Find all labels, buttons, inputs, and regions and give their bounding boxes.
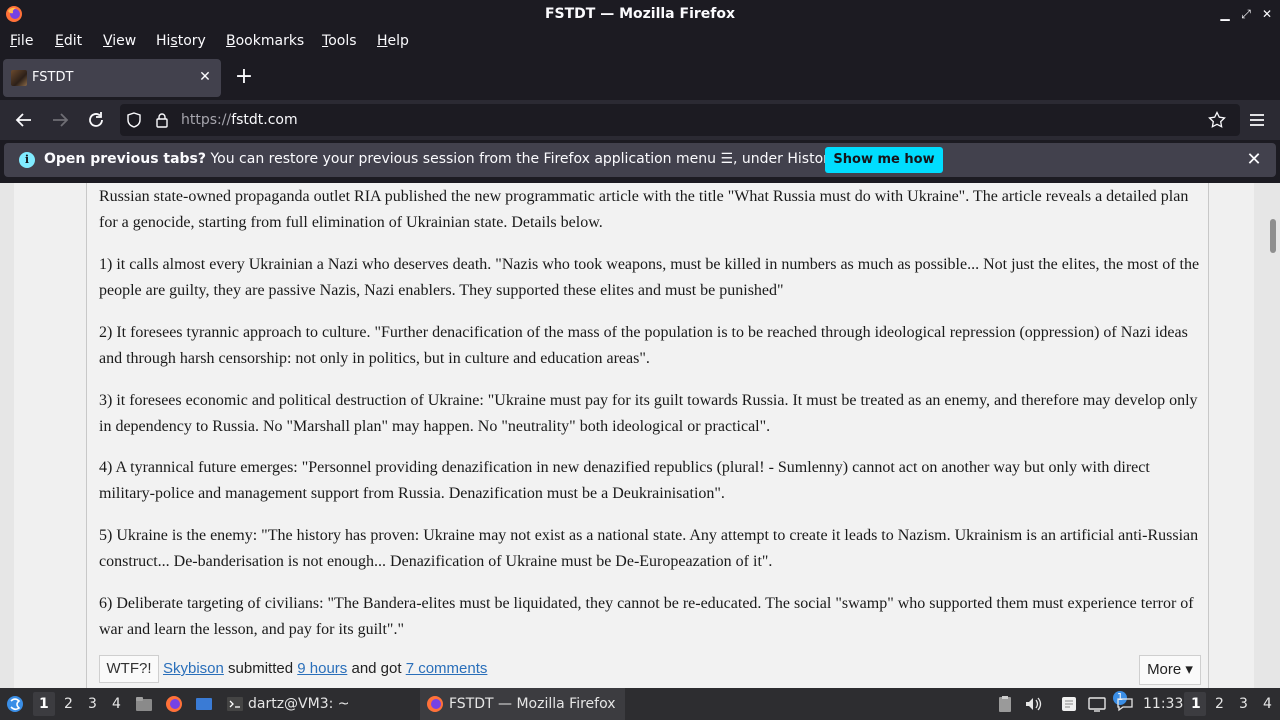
post-paragraph: Russian state-owned propaganda outlet RI… [99, 188, 1189, 231]
time-link[interactable]: 9 hours [297, 660, 347, 677]
menu-help[interactable]: Help [377, 33, 409, 49]
post-paragraph: 5) Ukraine is the enemy: "The history ha… [99, 527, 1199, 570]
post-paragraph: 3) it foresees economic and political de… [99, 392, 1198, 435]
workspace-right-1[interactable]: 1 [1191, 696, 1201, 712]
workspace-right-2[interactable]: 2 [1215, 696, 1224, 712]
screen: FSTDT — Mozilla Firefox ▁ ⤢ ✕ File Edit … [0, 0, 1280, 720]
quote-post: Russian state-owned propaganda outlet RI… [86, 183, 1209, 688]
maximize-button[interactable]: ⤢ [1237, 5, 1255, 23]
desktop-icon[interactable] [195, 695, 213, 713]
reload-icon[interactable] [85, 109, 107, 131]
taskbar-task-firefox[interactable]: FSTDT — Mozilla Firefox [420, 688, 625, 720]
navigation-toolbar: https://fstdt.com [0, 100, 1280, 140]
notification-message: Open previous tabs? You can restore your… [44, 151, 840, 167]
post-meta: Skybison submitted 9 hours and got 7 com… [163, 660, 488, 677]
url-text[interactable]: https://fstdt.com [181, 112, 298, 128]
firefox-task-icon [427, 696, 443, 712]
new-tab-button[interactable]: + [233, 66, 255, 89]
back-arrow-icon[interactable] [13, 109, 35, 131]
tab-title: FSTDT [32, 70, 74, 85]
scrollbar-thumb[interactable] [1270, 219, 1276, 253]
show-me-how-button[interactable]: Show me how [825, 147, 943, 173]
chat-icon[interactable] [1116, 695, 1134, 713]
clipboard-icon[interactable] [996, 695, 1014, 713]
workspace-1[interactable]: 1 [39, 696, 49, 712]
menu-tools[interactable]: Tools [322, 33, 357, 49]
window-title: FSTDT — Mozilla Firefox [544, 6, 736, 22]
menu-view[interactable]: View [103, 33, 136, 49]
tab-fstdt[interactable]: FSTDT ✕ [3, 59, 221, 97]
terminal-icon [227, 697, 243, 711]
page-scrollbar[interactable] [1266, 183, 1280, 688]
firefox-task-label: FSTDT — Mozilla Firefox [449, 696, 616, 712]
clock[interactable]: 11:33 [1143, 696, 1183, 712]
start-menu-icon[interactable] [6, 695, 24, 713]
more-dropdown-button[interactable]: More ▾ [1139, 655, 1201, 685]
hamburger-menu-icon: ☰ [720, 151, 734, 167]
tab-close-icon[interactable]: ✕ [197, 69, 213, 85]
page-background: Russian state-owned propaganda outlet RI… [14, 183, 1254, 688]
lock-icon[interactable] [154, 112, 170, 128]
wtf-vote-button[interactable]: WTF?! [99, 655, 159, 683]
post-paragraph: 1) it calls almost every Ukrainian a Naz… [99, 256, 1200, 299]
bookmark-star-icon[interactable] [1208, 111, 1226, 129]
terminal-task-label: dartz@VM3: ~ [248, 696, 350, 712]
url-bar[interactable]: https://fstdt.com [120, 104, 1240, 136]
notification-close-icon[interactable]: ✕ [1244, 150, 1264, 170]
workspace-right-4[interactable]: 4 [1263, 696, 1272, 712]
menubar: File Edit View History Bookmarks Tools H… [0, 29, 1280, 56]
workspace-4[interactable]: 4 [112, 696, 121, 712]
site-favicon-icon [11, 70, 27, 86]
post-paragraph: 4) A tyrannical future emerges: "Personn… [99, 459, 1150, 502]
workspace-2[interactable]: 2 [64, 696, 73, 712]
volume-icon[interactable] [1024, 695, 1042, 713]
close-window-button[interactable]: ✕ [1258, 5, 1276, 23]
post-footer: WTF?! Skybison submitted 9 hours and got… [99, 655, 1205, 688]
minimize-button[interactable]: ▁ [1216, 5, 1234, 23]
taskbar-task-terminal[interactable]: dartz@VM3: ~ [222, 688, 412, 720]
network-icon[interactable] [1088, 695, 1106, 713]
window-titlebar: FSTDT — Mozilla Firefox ▁ ⤢ ✕ [0, 0, 1280, 29]
file-manager-icon[interactable] [135, 695, 153, 713]
tab-strip: FSTDT ✕ [0, 56, 1280, 100]
notes-icon[interactable] [1060, 695, 1078, 713]
tracking-shield-icon[interactable] [126, 112, 142, 128]
menu-file[interactable]: File [10, 33, 33, 49]
page-content: Russian state-owned propaganda outlet RI… [0, 183, 1280, 688]
workspace-right-3[interactable]: 3 [1239, 696, 1248, 712]
menu-edit[interactable]: Edit [55, 33, 82, 49]
taskbar: 1 2 3 4 dartz@VM3: ~ FSTDT — Mozilla Fir… [0, 688, 1280, 720]
menu-bookmarks[interactable]: Bookmarks [226, 33, 304, 49]
workspace-3[interactable]: 3 [88, 696, 97, 712]
app-menu-icon[interactable] [1246, 109, 1268, 131]
post-paragraph: 6) Deliberate targeting of civilians: "T… [99, 595, 1194, 638]
restore-session-notification: i Open previous tabs? You can restore yo… [4, 143, 1276, 177]
menu-history[interactable]: History [156, 33, 206, 49]
post-paragraph: 2) It foresees tyrannic approach to cult… [99, 324, 1188, 367]
author-link[interactable]: Skybison [163, 660, 224, 677]
firefox-launcher-icon[interactable] [165, 695, 183, 713]
comments-link[interactable]: 7 comments [406, 660, 488, 677]
info-icon: i [19, 152, 35, 168]
forward-arrow-icon[interactable] [49, 109, 71, 131]
